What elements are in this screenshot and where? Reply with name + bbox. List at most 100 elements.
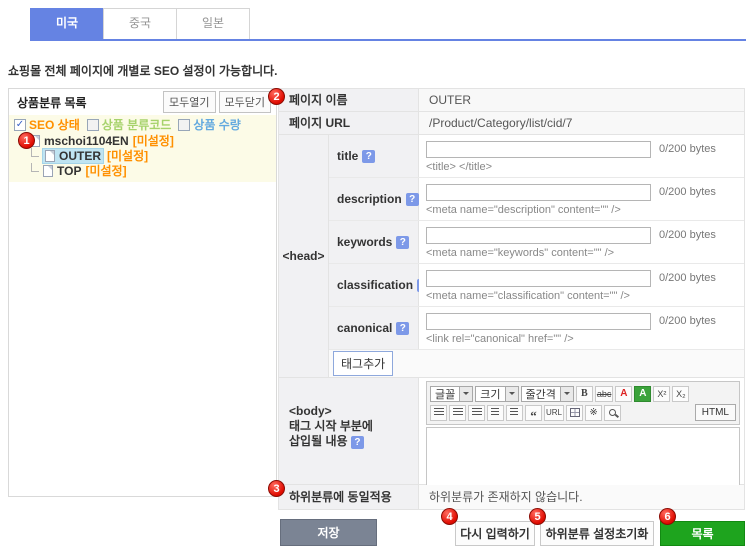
- add-tag-row: 태그추가: [329, 350, 744, 377]
- search-icon: [609, 409, 616, 416]
- reset-subcategory-button[interactable]: 하위분류 설정초기화: [540, 521, 654, 546]
- tree-node-top-name: TOP: [57, 164, 81, 178]
- canonical-input[interactable]: [426, 313, 651, 330]
- outdent-button[interactable]: [487, 405, 504, 421]
- filter-category-code[interactable]: 상품 분류코드: [87, 116, 172, 133]
- keywords-tag-hint: <meta name="keywords" content="" />: [426, 247, 744, 259]
- save-button[interactable]: 저장: [280, 519, 377, 546]
- help-icon[interactable]: ?: [406, 193, 419, 206]
- page-url-value: /Product/Category/list/cid/7: [419, 112, 744, 134]
- insert-table-button[interactable]: [566, 405, 583, 421]
- body-content-row: <body> 태그 시작 부분에 삽입될 내용 ? 글꼴 크기: [279, 378, 744, 485]
- align-right-icon: [472, 408, 482, 417]
- canonical-field-row: canonical ? 0/200 bytes <link rel="canon…: [329, 307, 744, 350]
- canonical-field-label: canonical: [337, 321, 392, 335]
- keywords-field-label: keywords: [337, 235, 392, 249]
- help-icon[interactable]: ?: [396, 322, 409, 335]
- expand-all-button[interactable]: 모두열기: [163, 91, 215, 113]
- help-icon[interactable]: ?: [362, 150, 375, 163]
- tab-japan[interactable]: 일본: [176, 8, 250, 39]
- chevron-down-icon[interactable]: [459, 387, 472, 401]
- description-field-row: description ? 0/200 bytes <meta name="de…: [329, 178, 744, 221]
- annotation-badge-2: 2: [268, 88, 285, 105]
- strikethrough-button[interactable]: abc: [595, 386, 614, 402]
- search-button[interactable]: [604, 405, 621, 421]
- collapse-all-button[interactable]: 모두닫기: [219, 91, 271, 113]
- intro-text: 쇼핑몰 전체 페이지에 개별로 SEO 설정이 가능합니다.: [8, 62, 277, 79]
- chevron-down-icon[interactable]: [505, 387, 518, 401]
- head-section: <head> title ? 0/200 bytes <title> </tit…: [279, 135, 744, 378]
- line-spacing-dropdown-label: 줄간격: [522, 386, 560, 402]
- tree-root-name: mschoi1104EN: [44, 134, 129, 148]
- chevron-down-icon[interactable]: [560, 387, 573, 401]
- annotation-badge-5: 5: [529, 508, 546, 525]
- annotation-badge-6: 6: [659, 508, 676, 525]
- checkbox-unchecked-icon[interactable]: [87, 119, 99, 131]
- tree-node-outer[interactable]: OUTER [미설정]: [9, 148, 276, 163]
- add-tag-button[interactable]: 태그추가: [333, 351, 393, 376]
- filter-seo-status[interactable]: ✓ SEO 상태: [14, 116, 80, 133]
- indent-button[interactable]: [506, 405, 523, 421]
- page-icon: [45, 150, 55, 162]
- category-panel: 상품분류 목록 모두열기 모두닫기 ✓ SEO 상태 상품 분류코드 상품 수량…: [8, 88, 277, 497]
- help-icon[interactable]: ?: [396, 236, 409, 249]
- align-left-icon: [434, 408, 444, 417]
- classification-byte-counter: 0/200 bytes: [659, 272, 716, 284]
- html-mode-button[interactable]: HTML: [695, 404, 736, 421]
- classification-input[interactable]: [426, 270, 651, 287]
- description-tag-hint: <meta name="description" content="" />: [426, 204, 744, 216]
- filter-category-code-label: 상품 분류코드: [102, 116, 172, 133]
- filter-product-count[interactable]: 상품 수량: [178, 116, 241, 133]
- body-content-textarea[interactable]: [426, 427, 740, 488]
- tree-connector: [31, 163, 39, 172]
- bold-button[interactable]: B: [576, 386, 593, 402]
- line-spacing-dropdown[interactable]: 줄간격: [521, 386, 574, 402]
- font-family-dropdown-label: 글꼴: [431, 386, 459, 402]
- subscript-button[interactable]: X₂: [672, 386, 689, 402]
- superscript-button[interactable]: X²: [653, 386, 670, 402]
- align-center-button[interactable]: [449, 405, 466, 421]
- tab-china[interactable]: 중국: [103, 8, 177, 39]
- font-size-dropdown[interactable]: 크기: [475, 386, 518, 402]
- tab-usa[interactable]: 미국: [30, 8, 104, 39]
- checkbox-unchecked-icon[interactable]: [178, 119, 190, 131]
- list-button[interactable]: 목록: [660, 521, 745, 546]
- highlight-color-button[interactable]: A: [634, 386, 651, 402]
- special-char-button[interactable]: ※: [585, 405, 602, 421]
- font-size-dropdown-label: 크기: [476, 386, 504, 402]
- description-byte-counter: 0/200 bytes: [659, 186, 716, 198]
- tree-node-root[interactable]: mschoi1104EN [미설정]: [9, 133, 276, 148]
- tree-connector: [31, 148, 39, 157]
- filter-product-count-label: 상품 수량: [193, 116, 241, 133]
- classification-field-label: classification: [337, 278, 413, 292]
- keywords-input[interactable]: [426, 227, 651, 244]
- classification-tag-hint: <meta name="classification" content="" /…: [426, 290, 744, 302]
- page-name-value: OUTER: [419, 89, 744, 111]
- body-label-line2: 태그 시작 부분에: [289, 419, 418, 434]
- seo-form-table: 페이지 이름 OUTER 페이지 URL /Product/Category/l…: [278, 88, 745, 510]
- tree-node-top[interactable]: TOP [미설정]: [9, 163, 276, 178]
- title-byte-counter: 0/200 bytes: [659, 143, 716, 155]
- insert-url-button[interactable]: URL: [544, 405, 564, 421]
- description-input[interactable]: [426, 184, 651, 201]
- align-right-button[interactable]: [468, 405, 485, 421]
- align-left-button[interactable]: [430, 405, 447, 421]
- retype-button[interactable]: 다시 입력하기: [455, 521, 535, 546]
- tree-node-outer-selected[interactable]: OUTER: [43, 149, 103, 163]
- page-name-label: 페이지 이름: [279, 89, 419, 111]
- title-tag-hint: <title> </title>: [426, 161, 744, 173]
- tabbar-underline: [30, 39, 746, 41]
- editor-toolbar: 글꼴 크기 줄간격 B abc A: [426, 381, 740, 425]
- keywords-field-row: keywords ? 0/200 bytes <meta name="keywo…: [329, 221, 744, 264]
- filter-seo-status-label: SEO 상태: [29, 116, 80, 133]
- title-field-label: title: [337, 149, 358, 163]
- align-center-icon: [453, 408, 463, 417]
- font-family-dropdown[interactable]: 글꼴: [430, 386, 473, 402]
- blockquote-button[interactable]: “: [525, 405, 542, 421]
- outdent-icon: [491, 408, 499, 417]
- font-color-button[interactable]: A: [615, 386, 632, 402]
- help-icon[interactable]: ?: [351, 436, 364, 449]
- checkbox-checked-icon[interactable]: ✓: [14, 119, 26, 131]
- title-input[interactable]: [426, 141, 651, 158]
- page-name-row: 페이지 이름 OUTER: [279, 89, 744, 112]
